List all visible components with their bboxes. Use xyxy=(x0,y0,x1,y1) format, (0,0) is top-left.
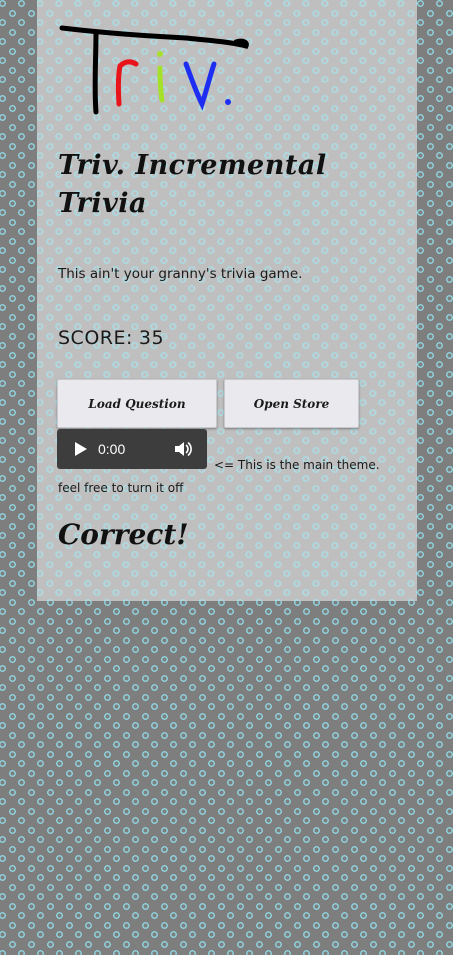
score-label: SCORE: xyxy=(58,327,133,349)
score-display: SCORE: 35 xyxy=(58,327,164,349)
audio-player: 0:00 xyxy=(57,429,207,469)
tagline: This ain't your granny's trivia game. xyxy=(58,266,303,282)
open-store-button[interactable]: Open Store xyxy=(224,379,359,428)
audio-time: 0:00 xyxy=(98,441,126,457)
load-question-button[interactable]: Load Question xyxy=(57,379,217,428)
volume-icon[interactable] xyxy=(174,441,192,457)
theme-note: <= This is the main theme. xyxy=(214,458,380,472)
page-title: Triv. Incremental Trivia xyxy=(58,150,327,219)
theme-note-continued: feel free to turn it off xyxy=(58,481,184,495)
answer-result: Correct! xyxy=(58,518,189,551)
play-icon[interactable] xyxy=(75,442,87,456)
score-value: 35 xyxy=(138,327,165,349)
triv-logo-icon xyxy=(59,25,249,115)
